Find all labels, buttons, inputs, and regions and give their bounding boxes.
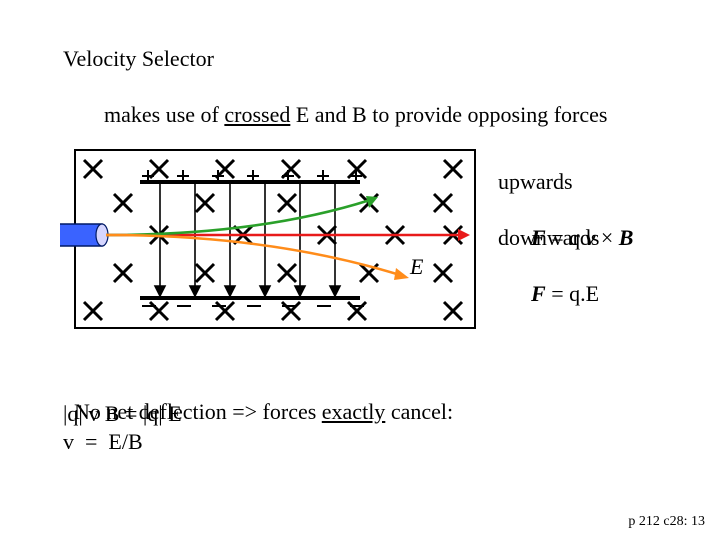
field-box [75,150,475,328]
cross-icon [278,194,296,212]
cross-icon [196,194,214,212]
legend-downwards-eq: F = q.E [520,252,599,307]
deflection-underlined: exactly [322,399,386,424]
legend-downwards: downwards [498,224,599,252]
equation-1: |q| v B = |q| E [63,400,182,428]
diagram-svg: E [60,140,480,360]
legend-upwards: upwards [498,168,573,196]
cross-icon [84,160,102,178]
cross-icon [278,264,296,282]
equation-2: v = E/B [63,428,143,456]
arrow-down-icon [295,184,305,296]
subtitle-pre: makes use of [104,102,224,127]
subtitle-underlined: crossed [224,102,290,127]
legend-up-B: B [619,225,634,250]
cross-icon [84,302,102,320]
cross-icon [114,194,132,212]
page-title: Velocity Selector [63,45,214,73]
deflection-post: cancel: [385,399,453,424]
arrow-down-icon [260,184,270,296]
positive-plate [140,180,360,184]
cross-icon [196,264,214,282]
beam-deflect-up [106,196,378,235]
legend-down-F: F [531,281,546,306]
subtitle-post: E and B to provide opposing forces [290,102,607,127]
page-footer: p 212 c28: 13 [628,514,705,530]
cross-icon [444,160,462,178]
cross-icon [348,302,366,320]
cross-icon [216,302,234,320]
legend-down-rest: = q.E [546,281,599,306]
cross-icon [434,264,452,282]
cross-icon [282,302,300,320]
cross-icon [150,302,168,320]
negative-plate [140,296,360,300]
cross-icon [434,194,452,212]
cross-icon [444,302,462,320]
velocity-selector-diagram: E [60,140,480,365]
subtitle: makes use of crossed E and B to provide … [63,73,607,128]
cross-icon [114,264,132,282]
e-field-label: E [409,254,424,279]
